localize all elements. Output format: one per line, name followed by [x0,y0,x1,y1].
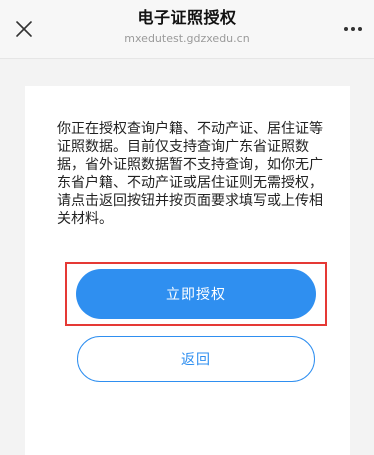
title-group: 电子证照授权 mxedutest.gdzxedu.cn [60,8,314,46]
nav-header: 电子证照授权 mxedutest.gdzxedu.cn [0,0,374,59]
close-icon [16,21,32,37]
back-button[interactable]: 返回 [77,336,315,382]
page: 电子证照授权 mxedutest.gdzxedu.cn 你正在授权查询户籍、不动… [0,0,374,455]
more-button[interactable] [340,16,366,42]
close-button[interactable] [14,19,34,39]
page-domain: mxedutest.gdzxedu.cn [124,32,250,45]
page-title: 电子证照授权 [137,8,237,27]
more-icon [344,27,362,31]
authorization-message: 你正在授权查询户籍、不动产证、居住证等证照数据。目前仅支持查询广东省证照数据，省… [57,121,323,227]
highlight-box [65,262,327,326]
